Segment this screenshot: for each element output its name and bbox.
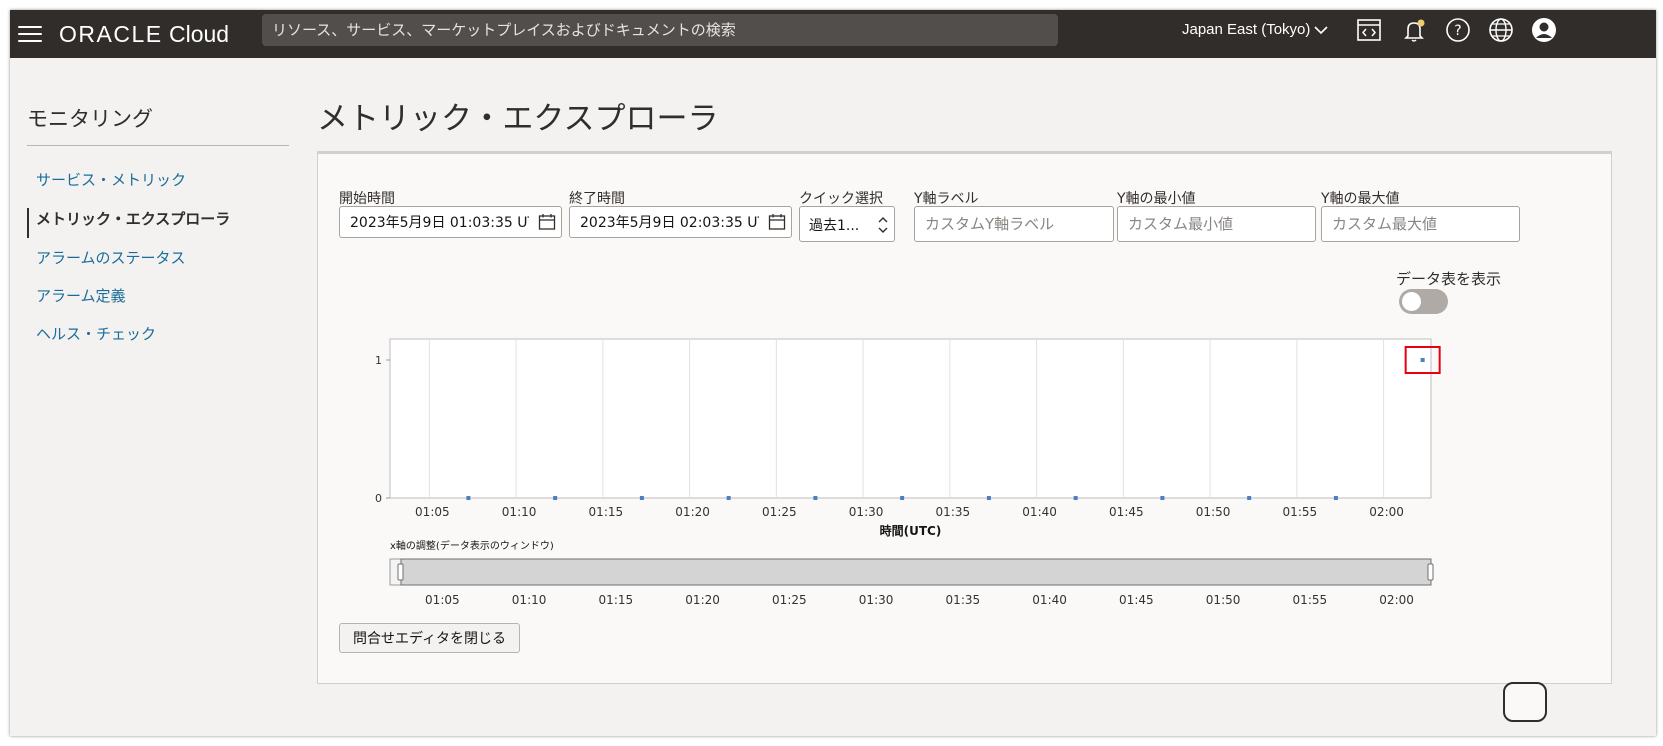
range-handle-right <box>1427 563 1434 581</box>
x-tick-label: 01:45 <box>1109 505 1144 519</box>
x-tick-label: 01:10 <box>502 505 537 519</box>
sidebar-item-alarm-definitions[interactable]: アラーム定義 <box>36 285 126 306</box>
x-axis-title: 時間(UTC) <box>880 523 942 538</box>
x-tick-label: 01:55 <box>1283 505 1318 519</box>
sidebar-divider <box>27 145 289 146</box>
x-tick-label: 01:15 <box>589 505 624 519</box>
window-tick-label: 01:05 <box>425 593 460 607</box>
data-point <box>1420 358 1425 362</box>
svg-text:?: ? <box>1454 23 1461 39</box>
logo-cloud-text: Cloud <box>162 21 230 47</box>
logo-oracle-text: ORACLE <box>59 21 163 47</box>
region-selector[interactable]: Japan East (Tokyo) <box>1182 18 1328 42</box>
window-tick-label: 01:15 <box>599 593 634 607</box>
window-tick-label: 01:50 <box>1206 593 1241 607</box>
sidebar-item-metrics-explorer[interactable]: メトリック・エクスプローラ <box>36 208 230 229</box>
data-point <box>1160 496 1165 500</box>
x-tick-label: 01:25 <box>762 505 797 519</box>
x-tick-label: 01:40 <box>1022 505 1057 519</box>
sidebar-item-health-checks[interactable]: ヘルス・チェック <box>36 323 156 344</box>
language-globe-icon[interactable] <box>1487 16 1515 44</box>
sidebar-title: モニタリング <box>27 107 153 131</box>
data-point <box>726 496 731 500</box>
data-point <box>639 496 644 500</box>
window-tick-label: 01:10 <box>512 593 547 607</box>
top-navigation-bar: ORACLE Cloud Japan East (Tokyo) ? <box>10 10 1656 58</box>
application-window: ORACLE Cloud Japan East (Tokyo) ? <box>10 10 1656 736</box>
window-tick-label: 01:35 <box>946 593 981 607</box>
data-point <box>1073 496 1078 500</box>
user-profile-icon[interactable] <box>1530 16 1558 44</box>
plot-area <box>389 338 1432 499</box>
x-tick-label: 02:00 <box>1369 505 1404 519</box>
active-item-marker <box>27 208 29 238</box>
data-point <box>900 496 905 500</box>
oracle-cloud-logo[interactable]: ORACLE Cloud <box>59 19 229 49</box>
range-handle-left <box>397 563 404 581</box>
x-tick-label: 01:05 <box>415 505 450 519</box>
sidebar-item-alarm-status[interactable]: アラームのステータス <box>36 247 186 268</box>
range-window <box>400 558 1432 586</box>
data-point <box>1247 496 1252 500</box>
window-tick-label: 01:25 <box>772 593 807 607</box>
developer-tools-icon[interactable] <box>1355 16 1383 44</box>
global-search[interactable] <box>262 14 1058 46</box>
data-point <box>466 496 471 500</box>
x-tick-label: 01:30 <box>849 505 884 519</box>
y-tick-label: 0 <box>375 492 382 505</box>
search-input[interactable] <box>272 14 1048 46</box>
window-tick-label: 02:00 <box>1379 593 1414 607</box>
window-tick-label: 01:55 <box>1293 593 1328 607</box>
sidebar-item-service-metrics[interactable]: サービス・メトリック <box>36 169 186 190</box>
x-tick-label: 01:50 <box>1196 505 1231 519</box>
window-tick-label: 01:20 <box>685 593 720 607</box>
window-label: x軸の調整(データ表示のウィンドウ) <box>390 539 554 552</box>
data-point <box>813 496 818 500</box>
page-title: メトリック・エクスプローラ <box>317 101 719 137</box>
menu-icon[interactable] <box>18 21 44 47</box>
metric-chart: 01:05 01:10 01:15 01:20 01:25 01:30 01:35 01:40… <box>375 338 1441 607</box>
window-tick-label: 01:30 <box>859 593 894 607</box>
query-editor-panel: 開始時間 終了時間 クイック選択 過去1... Y軸ラベル Y軸の最小値 Y軸の… <box>317 151 1612 684</box>
y-tick-label: 1 <box>375 354 382 367</box>
help-icon[interactable]: ? <box>1444 16 1472 44</box>
region-label: Japan East (Tokyo) <box>1182 21 1311 38</box>
window-tick-label: 01:40 <box>1032 593 1067 607</box>
window-tick-label: 01:45 <box>1119 593 1154 607</box>
x-tick-label: 01:20 <box>675 505 710 519</box>
data-point <box>986 496 991 500</box>
chevron-down-icon <box>1314 26 1328 35</box>
notifications-bell-icon[interactable] <box>1400 16 1428 44</box>
data-point <box>1333 496 1338 500</box>
data-point <box>553 496 558 500</box>
floating-help-button[interactable] <box>1503 682 1547 722</box>
close-query-editor-button[interactable]: 問合せエディタを閉じる <box>339 623 520 653</box>
x-tick-label: 01:35 <box>936 505 971 519</box>
